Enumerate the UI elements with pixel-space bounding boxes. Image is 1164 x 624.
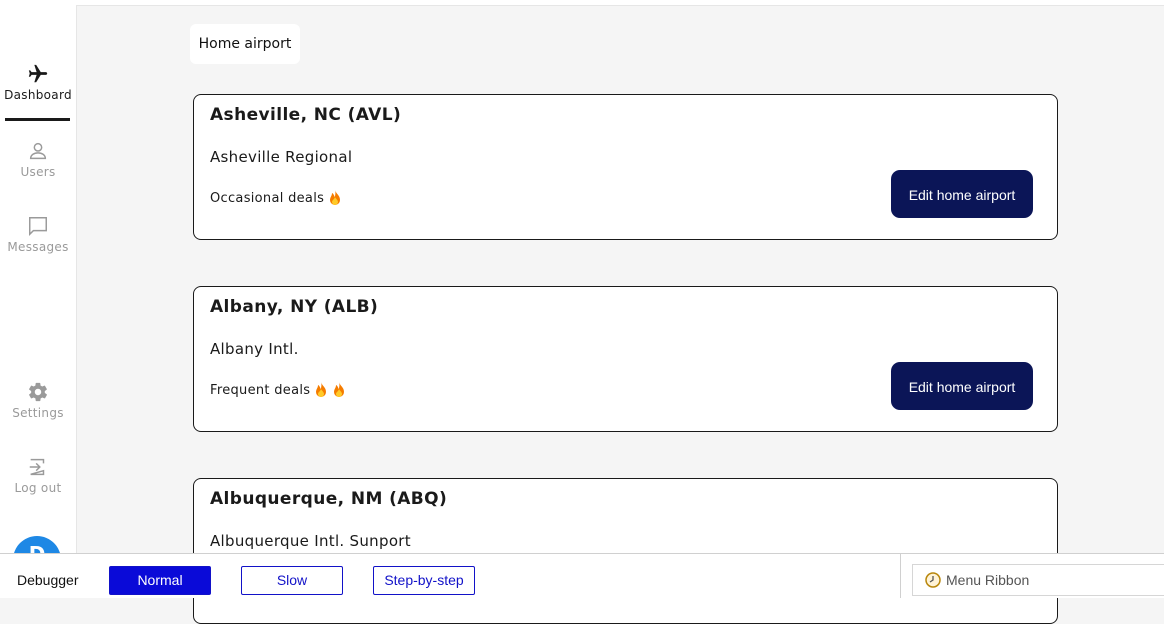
menu-ribbon-label: Menu Ribbon [946, 572, 1030, 588]
active-indicator [5, 118, 70, 121]
deals-frequency: Occasional deals [210, 190, 342, 206]
sidebar-item-settings[interactable]: Settings [0, 381, 76, 420]
debugger-label: Debugger [17, 572, 79, 588]
fire-icon [334, 382, 345, 397]
fire-icon [316, 382, 327, 397]
sidebar-item-dashboard[interactable]: Dashboard [0, 63, 76, 102]
deals-frequency: Frequent deals [210, 382, 346, 398]
sidebar-item-users[interactable]: Users [0, 140, 76, 179]
divider [900, 554, 901, 598]
clock-icon [925, 572, 941, 588]
sidebar-item-messages[interactable]: Messages [0, 215, 76, 254]
debug-step-button[interactable]: Step-by-step [373, 566, 475, 595]
deals-label: Occasional deals [210, 190, 325, 206]
avatar[interactable]: D [13, 536, 61, 553]
airplane-icon [28, 64, 48, 83]
airport-title: Albany, NY (ALB) [210, 297, 379, 317]
deals-label: Frequent deals [210, 382, 311, 398]
airport-name: Albuquerque Intl. Sunport [210, 532, 411, 550]
airport-title: Asheville, NC (AVL) [210, 105, 402, 125]
sidebar-item-logout[interactable]: Log out [0, 456, 76, 495]
menu-ribbon[interactable]: Menu Ribbon [912, 564, 1164, 596]
logout-icon [29, 458, 45, 476]
fire-icon [330, 190, 341, 205]
debug-normal-button[interactable]: Normal [109, 566, 211, 595]
user-icon [29, 142, 47, 160]
sidebar-item-label: Log out [14, 481, 62, 495]
airport-card: Albany, NY (ALB) Albany Intl. Frequent d… [193, 286, 1058, 432]
sidebar-item-label: Messages [7, 240, 69, 254]
sidebar-item-label: Settings [12, 406, 64, 420]
avatar-initial: D [13, 542, 61, 553]
airport-name: Albany Intl. [210, 340, 299, 358]
airport-title: Albuquerque, NM (ABQ) [210, 489, 448, 509]
sidebar-item-label: Dashboard [4, 88, 72, 102]
airport-name: Asheville Regional [210, 148, 353, 166]
home-airport-label: Home airport [190, 24, 300, 64]
edit-home-airport-button[interactable]: Edit home airport [891, 362, 1033, 410]
sidebar: Dashboard Users Messages Settings Log ou… [0, 5, 77, 553]
top-border [0, 0, 1164, 6]
sidebar-item-label: Users [20, 165, 56, 179]
airport-card: Asheville, NC (AVL) Asheville Regional O… [193, 94, 1058, 240]
airport-card: Albuquerque, NM (ABQ) Albuquerque Intl. … [193, 478, 1058, 624]
gear-icon [29, 382, 47, 402]
edit-home-airport-button[interactable]: Edit home airport [891, 170, 1033, 218]
debugger-bar: Debugger Normal Slow Step-by-step Menu R… [0, 553, 1164, 598]
debug-slow-button[interactable]: Slow [241, 566, 343, 595]
chat-icon [29, 217, 47, 237]
